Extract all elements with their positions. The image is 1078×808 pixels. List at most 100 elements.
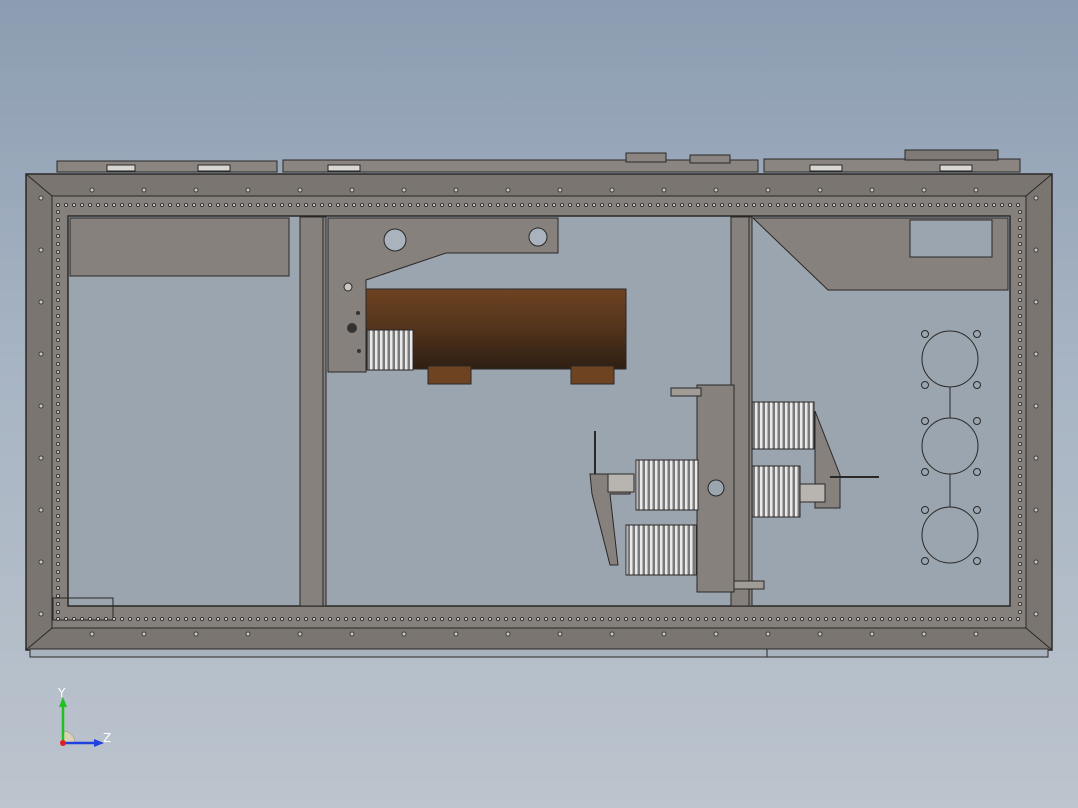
rivet-hole: [56, 505, 61, 510]
rivet-hole: [973, 187, 979, 193]
inner-back-panel: [52, 215, 1011, 621]
rivet-hole: [503, 202, 508, 207]
rivet-hole: [72, 202, 77, 207]
rivet-hole: [713, 187, 719, 193]
rivet-hole: [88, 617, 93, 622]
rivet-hole: [56, 281, 61, 286]
rivet-hole: [56, 433, 61, 438]
rivet-hole: [672, 617, 677, 622]
rivet-hole: [38, 403, 44, 409]
rivet-hole: [112, 202, 117, 207]
cad-viewport[interactable]: Y Z: [0, 0, 1078, 808]
rivet-hole: [1018, 497, 1023, 502]
rivet-hole: [921, 631, 927, 637]
rivet-hole: [616, 202, 621, 207]
rivet-hole: [453, 631, 459, 637]
rivet-hole: [760, 202, 765, 207]
rivet-hole: [56, 546, 61, 551]
rivet-hole: [287, 202, 292, 207]
rivet-hole: [1033, 455, 1039, 461]
rivet-hole: [832, 202, 837, 207]
rivet-hole: [38, 299, 44, 305]
rivet-hole: [407, 202, 412, 207]
rivet-hole: [1018, 554, 1023, 559]
rivet-hole: [976, 617, 981, 622]
switchgear-cabinet-model[interactable]: [0, 0, 1078, 808]
rivet-hole: [399, 617, 404, 622]
rivet-hole: [335, 617, 340, 622]
rivet-hole: [56, 257, 61, 262]
rivet-hole: [255, 617, 260, 622]
rivet-hole: [295, 202, 300, 207]
rivet-hole: [1033, 611, 1039, 617]
rivet-hole: [505, 187, 511, 193]
rivet-hole: [423, 617, 428, 622]
rivet-hole: [1018, 562, 1023, 567]
rivet-hole: [680, 617, 685, 622]
rivet-hole: [640, 617, 645, 622]
rivet-hole: [193, 631, 199, 637]
top-cover-plates: [56, 149, 1021, 173]
rivet-hole: [1018, 225, 1023, 230]
rivet-hole: [792, 202, 797, 207]
rivet-hole: [536, 617, 541, 622]
rivet-hole: [479, 617, 484, 622]
rivet-hole: [431, 202, 436, 207]
rivet-hole: [928, 617, 933, 622]
rivet-hole: [56, 538, 61, 543]
rivet-hole: [56, 522, 61, 527]
rivet-hole: [143, 617, 148, 622]
rivet-hole: [817, 631, 823, 637]
rivet-hole: [792, 617, 797, 622]
rivet-hole: [976, 202, 981, 207]
rivet-hole: [1018, 473, 1023, 478]
rivet-hole: [904, 617, 909, 622]
rivet-hole: [56, 289, 61, 294]
rivet-hole: [56, 425, 61, 430]
rivet-hole: [104, 202, 109, 207]
rivet-hole: [720, 617, 725, 622]
rivet-hole: [245, 631, 251, 637]
rivet-hole: [968, 202, 973, 207]
rivet-hole: [624, 202, 629, 207]
rivet-hole: [768, 617, 773, 622]
rivet-hole: [303, 202, 308, 207]
rivet-hole: [56, 393, 61, 398]
rivet-hole: [64, 202, 69, 207]
rivet-hole: [765, 187, 771, 193]
rivet-hole: [1018, 457, 1023, 462]
rivet-hole: [56, 457, 61, 462]
rivet-hole: [896, 202, 901, 207]
rivet-hole: [56, 241, 61, 246]
rivet-hole: [401, 631, 407, 637]
rivet-hole: [223, 202, 228, 207]
rivet-hole: [624, 617, 629, 622]
rivet-hole: [1018, 602, 1023, 607]
rivet-hole: [824, 617, 829, 622]
rivet-hole: [141, 187, 147, 193]
rivet-hole: [56, 233, 61, 238]
rivet-hole: [56, 217, 61, 222]
rivet-hole: [199, 202, 204, 207]
rivet-hole: [616, 617, 621, 622]
rivet-hole: [888, 202, 893, 207]
rivet-hole: [1018, 385, 1023, 390]
rivet-hole: [56, 385, 61, 390]
rivet-hole: [1018, 321, 1023, 326]
rivet-hole: [1018, 281, 1023, 286]
rivet-hole: [56, 273, 61, 278]
rivet-hole: [56, 497, 61, 502]
rivet-hole: [1018, 578, 1023, 583]
rivet-hole: [584, 202, 589, 207]
rivet-hole: [1018, 345, 1023, 350]
rivet-hole: [656, 617, 661, 622]
rivet-hole: [944, 202, 949, 207]
rivet-hole: [351, 202, 356, 207]
rivet-hole: [279, 617, 284, 622]
rivet-hole: [1018, 361, 1023, 366]
rivet-hole: [784, 617, 789, 622]
rivet-hole: [311, 617, 316, 622]
rivet-hole: [648, 617, 653, 622]
rivet-hole: [568, 202, 573, 207]
rivet-hole: [1018, 249, 1023, 254]
